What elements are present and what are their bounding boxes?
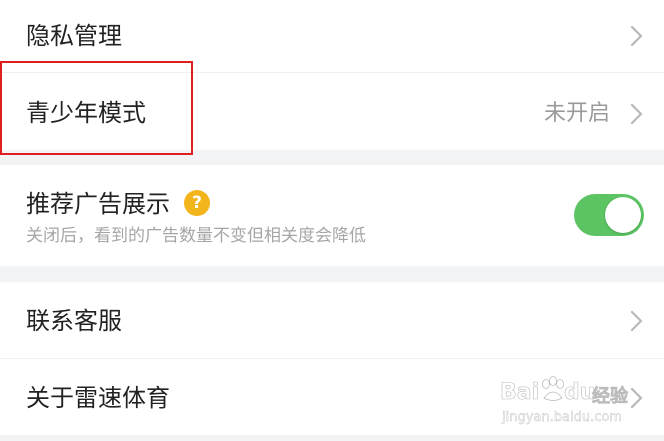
chevron-right-icon: [630, 103, 644, 125]
paw-icon: [542, 376, 564, 401]
settings-item-label: 关于雷速体育: [26, 384, 170, 412]
watermark-url: jingyan.baidu.com: [502, 410, 622, 425]
toggle-knob: [605, 197, 641, 233]
baidu-jingyan-watermark: Bai du 经验 jingyan.baidu.com: [500, 372, 628, 432]
chevron-right-icon: [630, 25, 644, 47]
settings-page: 隐私管理 青少年模式 未开启 推荐广告展示 ? 关闭后，看到的广告数量不变但相关…: [0, 0, 664, 441]
settings-item-label: 隐私管理: [26, 22, 122, 50]
question-circle-icon[interactable]: ?: [184, 190, 210, 216]
settings-item-recommended-ads: 推荐广告展示 ? 关闭后，看到的广告数量不变但相关度会降低: [0, 165, 664, 266]
ads-description: 关闭后，看到的广告数量不变但相关度会降低: [26, 226, 366, 246]
settings-item-label: 联系客服: [26, 307, 122, 335]
teen-mode-status: 未开启: [543, 101, 610, 126]
watermark-logo-cn: 经验: [592, 386, 629, 408]
annotation-highlight-box: [0, 61, 193, 155]
watermark-logo-text2: du: [564, 380, 596, 406]
ads-toggle-switch[interactable]: [574, 194, 644, 236]
chevron-right-icon: [630, 387, 644, 409]
settings-item-label: 推荐广告展示: [26, 190, 170, 218]
watermark-logo-text: Bai: [500, 380, 540, 406]
chevron-right-icon: [630, 310, 644, 332]
settings-item-contact-support[interactable]: 联系客服: [0, 282, 664, 358]
